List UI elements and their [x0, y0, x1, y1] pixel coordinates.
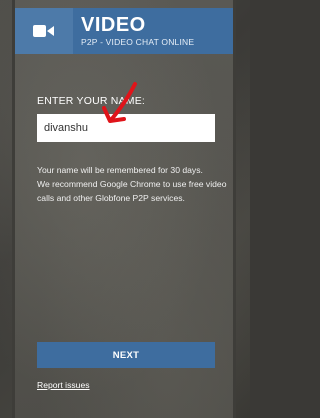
report-issues-link[interactable]: Report issues: [37, 380, 90, 390]
video-camera-icon: [33, 25, 54, 37]
app-title: VIDEO: [81, 13, 146, 36]
header: VIDEO P2P - VIDEO CHAT ONLINE: [15, 8, 233, 54]
next-button[interactable]: NEXT: [37, 342, 215, 368]
info-text: Your name will be remembered for 30 days…: [37, 163, 237, 205]
remember-note: Your name will be remembered for 30 days…: [37, 165, 203, 175]
app-subtitle: P2P - VIDEO CHAT ONLINE: [81, 36, 195, 47]
video-camera-icon-box: [15, 8, 73, 54]
red-arrow-icon: [102, 82, 137, 123]
video-chat-panel: VIDEO P2P - VIDEO CHAT ONLINE ENTER YOUR…: [12, 0, 236, 418]
title-box: VIDEO P2P - VIDEO CHAT ONLINE: [73, 8, 233, 54]
browser-recommendation: We recommend Google Chrome to use free v…: [37, 179, 227, 203]
